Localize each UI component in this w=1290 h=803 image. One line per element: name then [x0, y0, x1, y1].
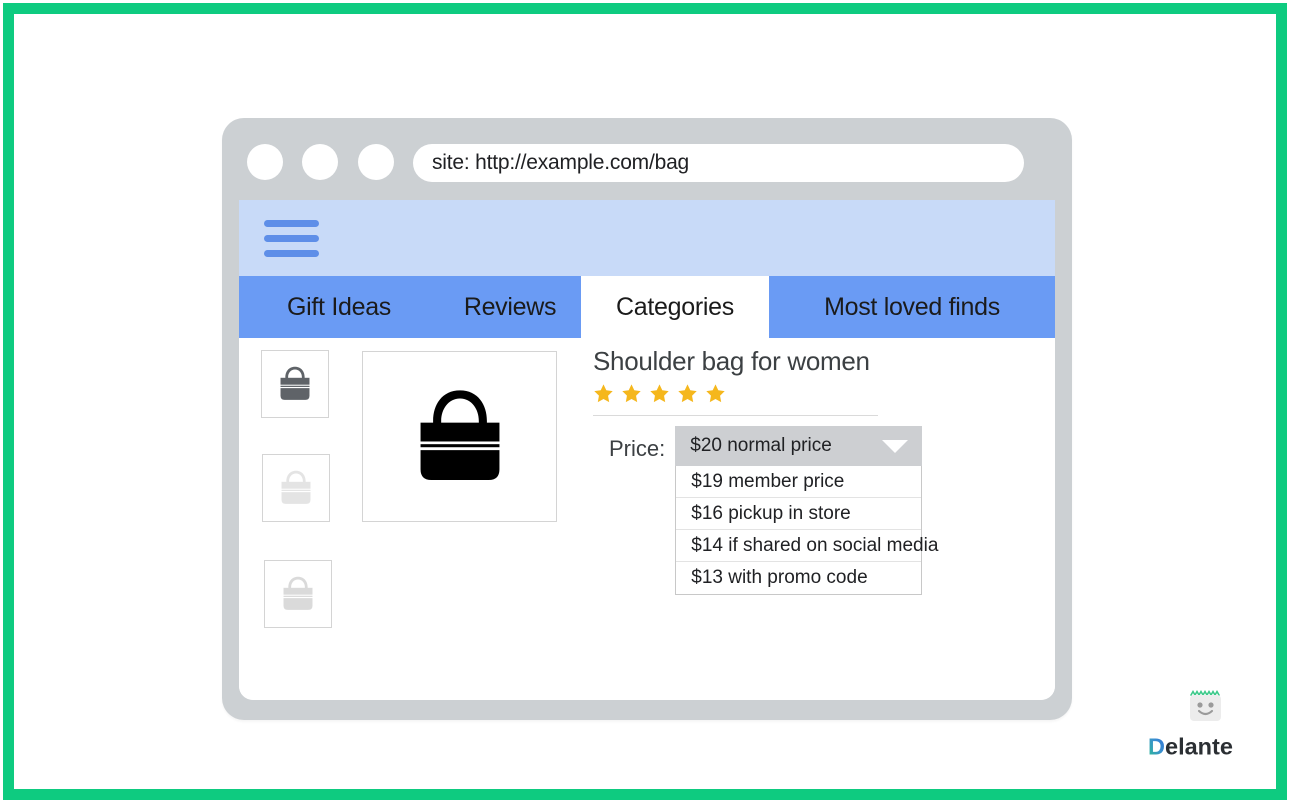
bag-icon	[283, 576, 313, 610]
price-select-value: $20 normal price	[690, 435, 832, 456]
hamburger-bar-1	[264, 220, 319, 227]
hamburger-icon[interactable]	[264, 220, 319, 258]
price-select[interactable]: $20 normal price $19 member price $16 pi…	[675, 426, 938, 595]
chevron-down-icon	[882, 440, 909, 453]
window-dot-3[interactable]	[358, 144, 394, 180]
bag-icon	[420, 389, 499, 480]
hamburger-bar-3	[264, 250, 319, 257]
thumbnail-1[interactable]	[261, 350, 329, 418]
price-select-header[interactable]: $20 normal price	[675, 426, 923, 466]
window-dot-2[interactable]	[302, 144, 338, 180]
address-bar[interactable]: site: http://example.com/bag	[413, 144, 1024, 182]
thumbnail-3[interactable]	[264, 560, 332, 628]
svg-text:elante: elante	[1165, 734, 1233, 760]
price-option-member[interactable]: $19 member price	[676, 466, 922, 498]
product-main-image[interactable]	[362, 351, 557, 522]
bag-icon	[281, 470, 311, 504]
price-row: Price: $20 normal price $19 member price	[609, 426, 938, 595]
price-option-social[interactable]: $14 if shared on social media	[676, 530, 938, 562]
price-option-label: $13 with promo code	[691, 567, 868, 588]
tab-categories[interactable]: Categories	[581, 276, 769, 338]
price-option-list: $19 member price $16 pickup in store $14…	[675, 466, 938, 595]
tab-reviews[interactable]: Reviews	[439, 276, 581, 338]
product-section: Shoulder bag for women Price: $20 normal…	[239, 338, 1055, 700]
star-icon	[622, 384, 641, 403]
hamburger-bar-2	[264, 235, 319, 242]
price-label: Price:	[609, 436, 666, 461]
delante-logo: D elante	[1148, 690, 1264, 776]
price-option-label: $19 member price	[691, 470, 845, 492]
thumbnail-2[interactable]	[262, 454, 330, 522]
price-option-pickup[interactable]: $16 pickup in store	[676, 498, 922, 530]
product-title: Shoulder bag for women	[593, 346, 870, 376]
star-icon	[706, 384, 725, 403]
browser-window: site: http://example.com/bag Gift Ideas	[222, 118, 1072, 720]
window-dot-1[interactable]	[247, 144, 283, 180]
tab-gift-ideas[interactable]: Gift Ideas	[239, 276, 439, 338]
price-option-promo[interactable]: $13 with promo code	[676, 562, 922, 594]
tab-reviews-label: Reviews	[463, 292, 557, 321]
price-option-label: $16 pickup in store	[691, 502, 851, 524]
tab-gift-ideas-label: Gift Ideas	[287, 292, 391, 321]
tab-most-loved-finds[interactable]: Most loved finds	[769, 276, 1055, 338]
page-viewport: Gift Ideas Reviews Categories Most loved…	[239, 200, 1055, 700]
tab-strip: Gift Ideas Reviews Categories Most loved…	[239, 276, 1055, 338]
tab-most-loved-finds-label: Most loved finds	[824, 292, 1000, 321]
star-icon	[650, 384, 669, 403]
price-option-label: $14 if shared on social media	[691, 534, 939, 556]
illustration-canvas: site: http://example.com/bag Gift Ideas	[14, 14, 1276, 789]
bag-icon	[280, 366, 310, 400]
tab-categories-label: Categories	[616, 292, 734, 321]
star-icon	[678, 384, 697, 403]
smiley-calendar-icon	[1190, 690, 1221, 721]
browser-topbar: site: http://example.com/bag	[222, 118, 1072, 200]
address-bar-text: site: http://example.com/bag	[432, 151, 690, 174]
product-info: Shoulder bag for women	[593, 338, 1033, 416]
site-header	[239, 200, 1055, 276]
svg-text:D: D	[1148, 734, 1165, 760]
info-divider	[593, 415, 878, 416]
page-root: site: http://example.com/bag Gift Ideas	[0, 0, 1290, 803]
rating-stars	[593, 383, 1033, 404]
star-icon	[594, 384, 613, 403]
delante-wordmark: D elante	[1148, 734, 1233, 760]
